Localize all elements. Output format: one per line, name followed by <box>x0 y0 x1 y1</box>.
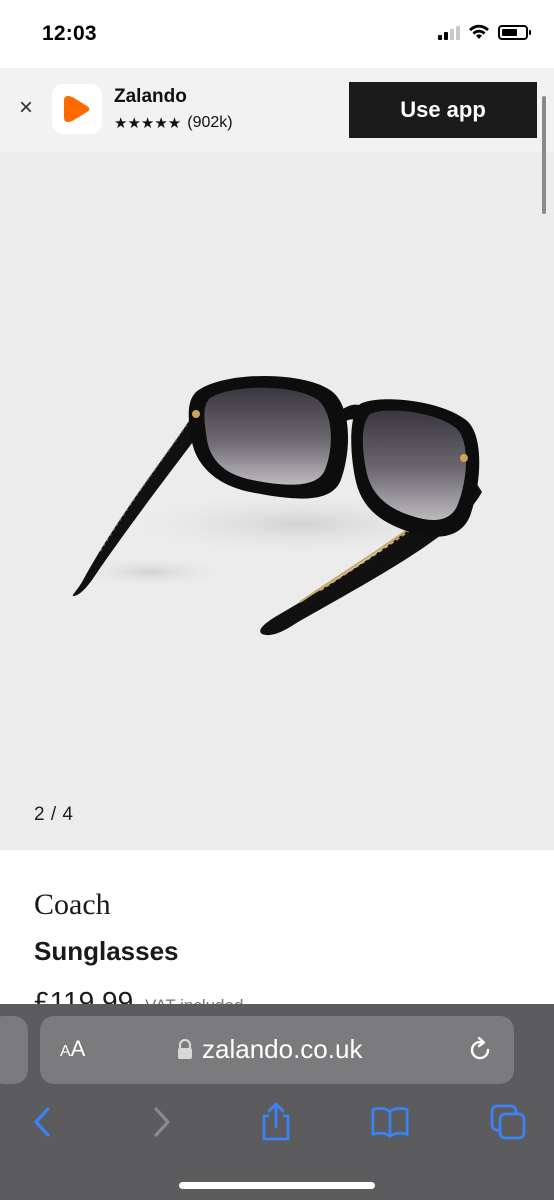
wifi-icon <box>469 24 489 39</box>
aa-large-letter: A <box>70 1036 86 1061</box>
page-scrollbar[interactable] <box>542 96 546 214</box>
product-brand[interactable]: Coach <box>34 888 111 922</box>
tabs-icon[interactable] <box>488 1100 528 1144</box>
browser-toolbar <box>0 1100 554 1150</box>
status-icons <box>438 24 531 40</box>
aa-small-letter: A <box>60 1043 71 1060</box>
browser-chrome: AA zalando.co.uk <box>0 1004 554 1200</box>
url-text: zalando.co.uk <box>202 1034 363 1064</box>
app-name: Zalando <box>114 86 187 107</box>
reload-icon[interactable] <box>466 1036 494 1064</box>
url-display[interactable]: zalando.co.uk <box>176 1034 362 1065</box>
smart-app-banner: × Zalando ★★★★★ (902k) Use app <box>0 68 554 152</box>
battery-icon <box>498 24 531 40</box>
previous-tab-peek[interactable] <box>0 1016 28 1084</box>
rating-stars: ★★★★★ <box>114 115 182 132</box>
forward-icon[interactable] <box>142 1100 182 1144</box>
bookmarks-icon[interactable] <box>370 1100 410 1144</box>
back-icon[interactable] <box>22 1100 62 1144</box>
home-indicator[interactable] <box>179 1182 375 1189</box>
product-image-gallery[interactable]: 2 / 4 <box>0 152 554 850</box>
address-bar[interactable]: AA zalando.co.uk <box>40 1016 514 1084</box>
image-counter: 2 / 4 <box>34 804 74 825</box>
reader-settings-button[interactable]: AA <box>60 1036 85 1062</box>
product-info: Coach Sunglasses £119.99 VAT included <box>0 850 554 1030</box>
sunglasses-product-image <box>70 375 490 636</box>
app-rating: ★★★★★ (902k) <box>114 114 233 132</box>
lock-icon <box>178 1038 192 1059</box>
close-icon[interactable]: × <box>14 96 38 120</box>
product-name: Sunglasses <box>34 936 179 966</box>
rating-count: (902k) <box>187 114 233 131</box>
use-app-button[interactable]: Use app <box>349 82 537 138</box>
zalando-logo-icon[interactable] <box>52 84 102 134</box>
status-bar: 12:03 <box>0 0 554 68</box>
cellular-signal-icon <box>438 24 460 40</box>
share-icon[interactable] <box>256 1100 296 1144</box>
status-time: 12:03 <box>42 22 97 45</box>
